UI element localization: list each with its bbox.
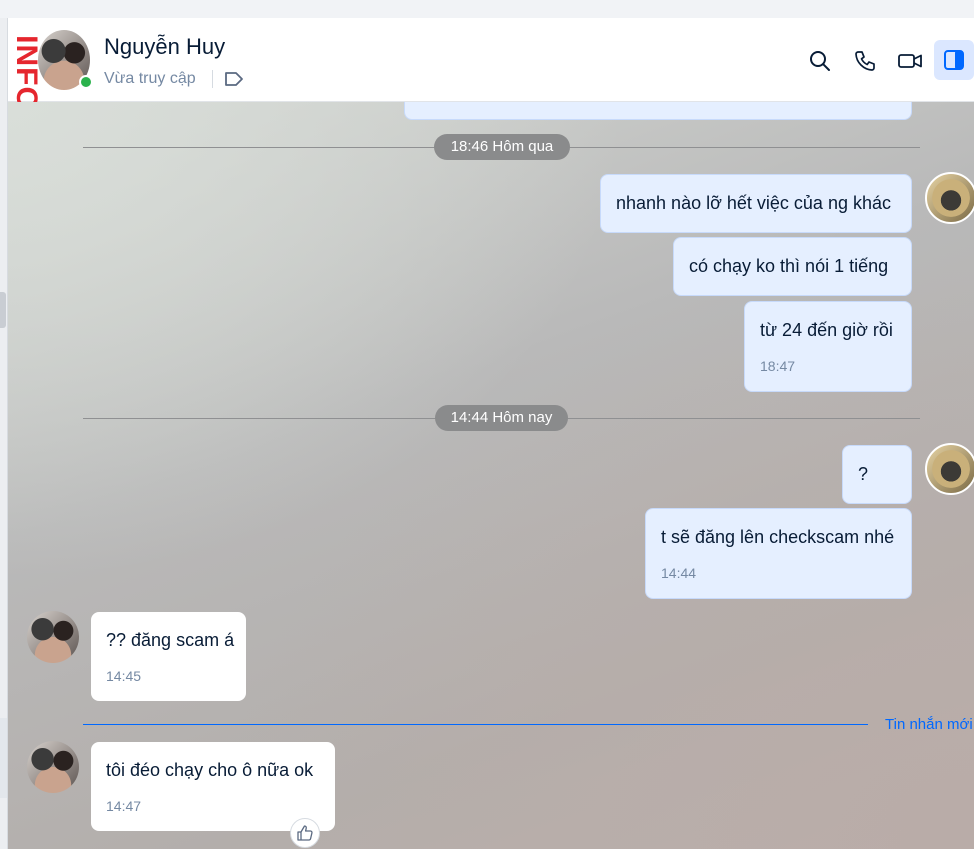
date-separator-today: 14:44 Hôm nay — [435, 405, 568, 431]
message-text: có chạy ko thì nói 1 tiếng — [689, 256, 889, 276]
chat-header: INFO Nguyễn Huy Vừa truy cập — [8, 18, 974, 111]
message-bubble[interactable]: nhanh nào lỡ hết việc của ng khác — [600, 174, 912, 233]
search-icon[interactable] — [808, 49, 832, 73]
message-time: 18:47 — [760, 358, 796, 374]
message-time: 14:45 — [106, 668, 142, 684]
tag-icon[interactable] — [224, 70, 244, 88]
contact-avatar[interactable] — [27, 611, 79, 663]
message-text: nhanh nào lỡ hết việc của ng khác — [616, 193, 891, 213]
panel-resize-handle[interactable] — [0, 292, 6, 328]
video-call-icon[interactable] — [897, 49, 923, 73]
message-time: 14:44 — [661, 565, 697, 581]
message-text: từ 24 đến giờ rồi — [760, 320, 893, 340]
message-bubble[interactable]: có chạy ko thì nói 1 tiếng — [673, 237, 912, 296]
message-bubble[interactable]: t sẽ đăng lên checkscam nhé 14:44 — [645, 508, 912, 599]
message-text: ? — [858, 464, 869, 484]
message-text: tôi đéo chạy cho ô nữa ok — [106, 760, 314, 780]
message-bubble-partial[interactable] — [404, 102, 912, 120]
status-separator — [212, 70, 213, 88]
date-separator-yesterday: 18:46 Hôm qua — [434, 134, 570, 160]
sidebar-toggle-button[interactable] — [934, 40, 974, 80]
message-text: t sẽ đăng lên checkscam nhé — [661, 527, 895, 547]
online-status-dot — [79, 75, 93, 89]
message-bubble[interactable]: từ 24 đến giờ rồi 18:47 — [744, 301, 912, 392]
window-top-strip — [0, 0, 974, 18]
my-avatar[interactable] — [925, 172, 974, 224]
left-panel-edge — [0, 18, 8, 849]
phone-icon[interactable] — [853, 49, 877, 73]
message-bubble[interactable]: ? — [842, 445, 912, 504]
contact-avatar[interactable] — [27, 741, 79, 793]
react-like-button[interactable] — [290, 818, 320, 848]
my-avatar[interactable] — [925, 443, 974, 495]
contact-status: Vừa truy cập — [104, 70, 196, 87]
new-messages-label: Tin nhắn mới — [885, 716, 973, 733]
message-list[interactable]: 18:46 Hôm qua nhanh nào lỡ hết việc của … — [8, 102, 974, 849]
thumbs-up-icon — [297, 825, 313, 841]
message-bubble[interactable]: tôi đéo chạy cho ô nữa ok 14:47 — [91, 742, 335, 831]
contact-name[interactable]: Nguyễn Huy — [104, 34, 225, 60]
new-messages-divider — [83, 724, 868, 725]
panel-edge-highlight — [0, 718, 7, 798]
message-text: ?? đăng scam á — [106, 630, 235, 650]
message-time: 14:47 — [106, 798, 142, 814]
message-bubble[interactable]: ?? đăng scam á 14:45 — [91, 612, 246, 701]
sidebar-toggle-icon — [944, 50, 964, 70]
